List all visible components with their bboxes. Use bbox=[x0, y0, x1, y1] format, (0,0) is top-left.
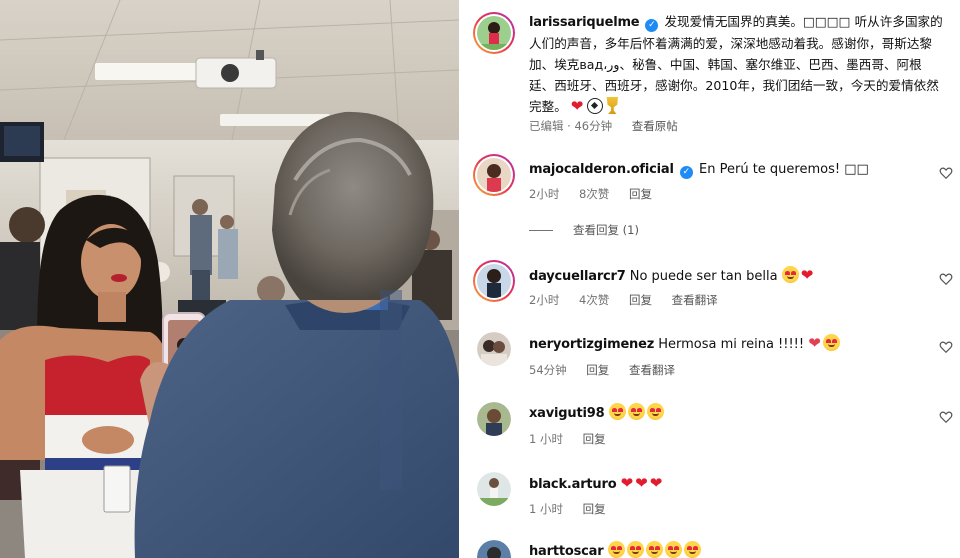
comment-time: 2小时 bbox=[529, 293, 560, 307]
avatar[interactable] bbox=[477, 540, 511, 558]
comment-item: majocalderon.oficial ✓ En Perú te querem… bbox=[473, 154, 953, 214]
comment-likes[interactable]: 4次赞 bbox=[579, 293, 609, 307]
reply-button[interactable]: 回复 bbox=[586, 363, 609, 377]
red-heart-emoji: ❤ bbox=[800, 266, 814, 284]
view-original-link[interactable]: 查看原帖 bbox=[632, 119, 678, 133]
comment-text: En Perú te queremos! □□ bbox=[699, 162, 869, 177]
comment-item: daycuellarcr7 No puede ser tan bella ❤ bbox=[473, 260, 953, 320]
avatar[interactable] bbox=[477, 402, 511, 436]
reply-button[interactable]: 回复 bbox=[629, 187, 652, 201]
like-heart-icon[interactable] bbox=[939, 272, 953, 286]
comment-username[interactable]: daycuellarcr7 bbox=[529, 269, 626, 284]
comment-meta: 1 小时 回复 bbox=[529, 501, 622, 517]
red-heart-emoji: ❤ bbox=[649, 474, 663, 492]
reply-button[interactable]: 回复 bbox=[583, 432, 606, 446]
comment-username[interactable]: majocalderon.oficial bbox=[529, 162, 674, 177]
view-replies-label[interactable]: 查看回复 (1) bbox=[573, 223, 639, 237]
comment-likes[interactable]: 8次赞 bbox=[579, 187, 609, 201]
avatar[interactable] bbox=[477, 472, 511, 506]
view-replies-link[interactable]: 查看回复 (1) bbox=[529, 222, 639, 238]
like-heart-icon[interactable] bbox=[939, 340, 953, 354]
heart-emoji: ❤ bbox=[808, 334, 821, 352]
like-heart-icon[interactable] bbox=[939, 166, 953, 180]
heart-eyes-emoji bbox=[822, 334, 840, 351]
comment-time: 1 小时 bbox=[529, 432, 563, 446]
heart-eyes-emoji bbox=[627, 403, 645, 420]
comment-username[interactable]: harttoscar bbox=[529, 544, 604, 558]
replies-divider bbox=[529, 230, 553, 231]
heart-eyes-emoji bbox=[781, 266, 799, 283]
red-heart-emoji: ❤ bbox=[570, 97, 584, 115]
red-heart-emoji: ❤ bbox=[620, 474, 634, 492]
comment-time: 54分钟 bbox=[529, 363, 567, 377]
comment-meta: 54分钟 回复 查看翻译 bbox=[529, 362, 691, 378]
heart-eyes-emoji bbox=[664, 541, 682, 558]
comment-text: Hermosa mi reina !!!!! bbox=[658, 337, 805, 352]
avatar[interactable] bbox=[473, 12, 515, 54]
see-translation-button[interactable]: 查看翻译 bbox=[672, 293, 718, 307]
post-username[interactable]: larissariquelme bbox=[529, 15, 640, 30]
comments-panel: larissariquelme ✓ 发现爱情无国界的真美。□□□□ 听从许多国家… bbox=[459, 0, 960, 558]
comment-time: 1 小时 bbox=[529, 502, 563, 516]
heart-eyes-emoji bbox=[626, 541, 644, 558]
heart-eyes-emoji bbox=[645, 541, 663, 558]
comment-item: harttoscar bbox=[473, 540, 943, 558]
heart-eyes-emoji bbox=[608, 403, 626, 420]
reply-button[interactable]: 回复 bbox=[583, 502, 606, 516]
comment-username[interactable]: xaviguti98 bbox=[529, 406, 605, 421]
comment-time: 2小时 bbox=[529, 187, 560, 201]
edited-time: 已编辑 · 46分钟 bbox=[529, 119, 613, 133]
see-translation-button[interactable]: 查看翻译 bbox=[629, 363, 675, 377]
heart-eyes-emoji bbox=[646, 403, 664, 420]
post-meta: 已编辑 · 46分钟 查看原帖 bbox=[529, 118, 694, 134]
heart-eyes-emoji bbox=[607, 541, 625, 558]
trophy-emoji bbox=[606, 97, 618, 114]
comment-username[interactable]: neryortizgimenez bbox=[529, 337, 654, 352]
comment-username[interactable]: black.arturo bbox=[529, 477, 617, 492]
comment-meta: 1 小时 回复 bbox=[529, 431, 622, 447]
avatar[interactable] bbox=[473, 154, 515, 196]
comment-text: No puede ser tan bella bbox=[629, 269, 778, 284]
comment-meta: 2小时 4次赞 回复 查看翻译 bbox=[529, 292, 734, 308]
avatar[interactable] bbox=[477, 332, 511, 366]
soccer-ball-emoji bbox=[587, 98, 604, 114]
red-heart-emoji: ❤ bbox=[635, 474, 648, 492]
verified-badge-icon: ✓ bbox=[679, 166, 693, 179]
avatar[interactable] bbox=[473, 260, 515, 302]
verified-badge-icon: ✓ bbox=[645, 19, 659, 32]
like-heart-icon[interactable] bbox=[939, 410, 953, 424]
heart-eyes-emoji bbox=[683, 541, 701, 558]
comment-meta: 2小时 8次赞 回复 bbox=[529, 186, 668, 202]
post-photo bbox=[0, 0, 459, 558]
reply-button[interactable]: 回复 bbox=[629, 293, 652, 307]
